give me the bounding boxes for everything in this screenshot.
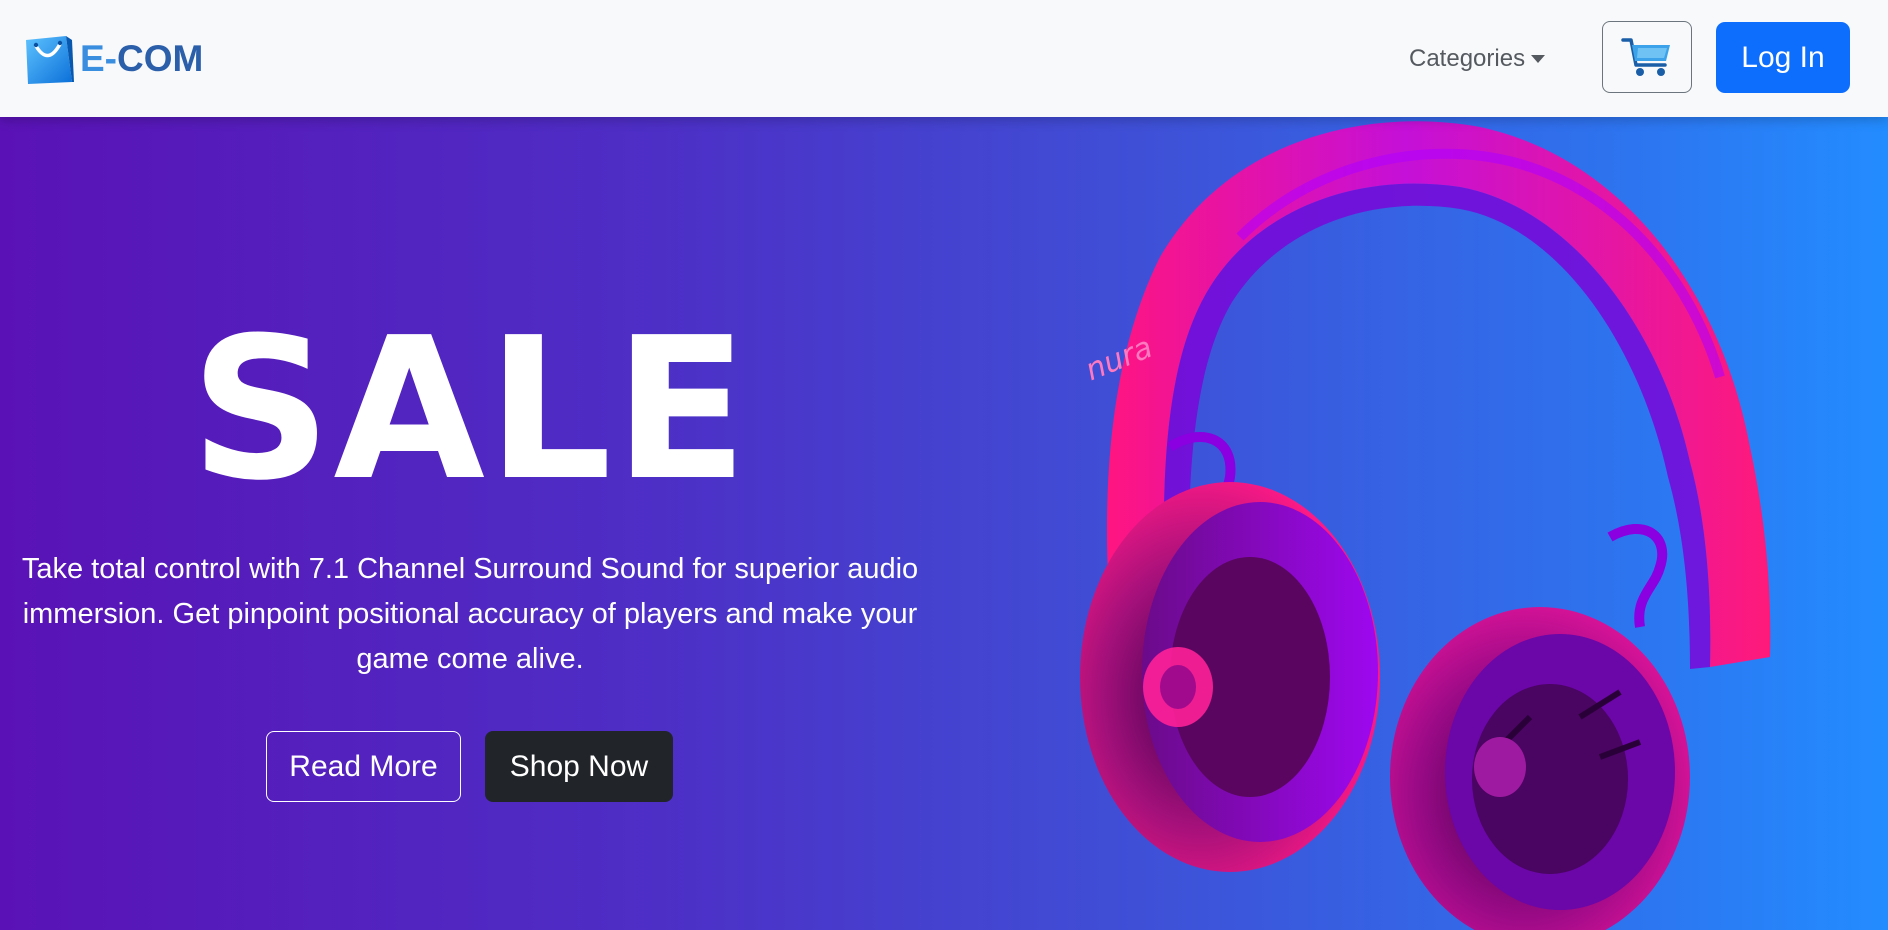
hero-description: Take total control with 7.1 Channel Surr… [21, 553, 919, 675]
hero-banner: SALE Take total control with 7.1 Channel… [0, 117, 1888, 930]
shopping-bag-icon [26, 36, 74, 84]
categories-label: Categories [1409, 45, 1526, 72]
cart-button[interactable] [1602, 21, 1692, 93]
hero-title: SALE [190, 296, 750, 524]
brand-name-prefix: E- [80, 38, 117, 79]
categories-dropdown[interactable]: Categories [1409, 41, 1546, 77]
login-button[interactable]: Log In [1716, 22, 1850, 93]
headphones-product-image: nura [1080, 121, 1771, 930]
shop-now-button[interactable]: Shop Now [485, 731, 673, 802]
caret-down-icon [1531, 55, 1546, 63]
cart-icon [1621, 38, 1670, 76]
navbar: E-COM Categories Log In [0, 0, 1888, 117]
brand-name-suffix: COM [117, 38, 204, 79]
brand-name: E-COM [80, 32, 203, 86]
brand-logo-link[interactable]: E-COM [22, 32, 203, 86]
read-more-button[interactable]: Read More [266, 731, 461, 802]
